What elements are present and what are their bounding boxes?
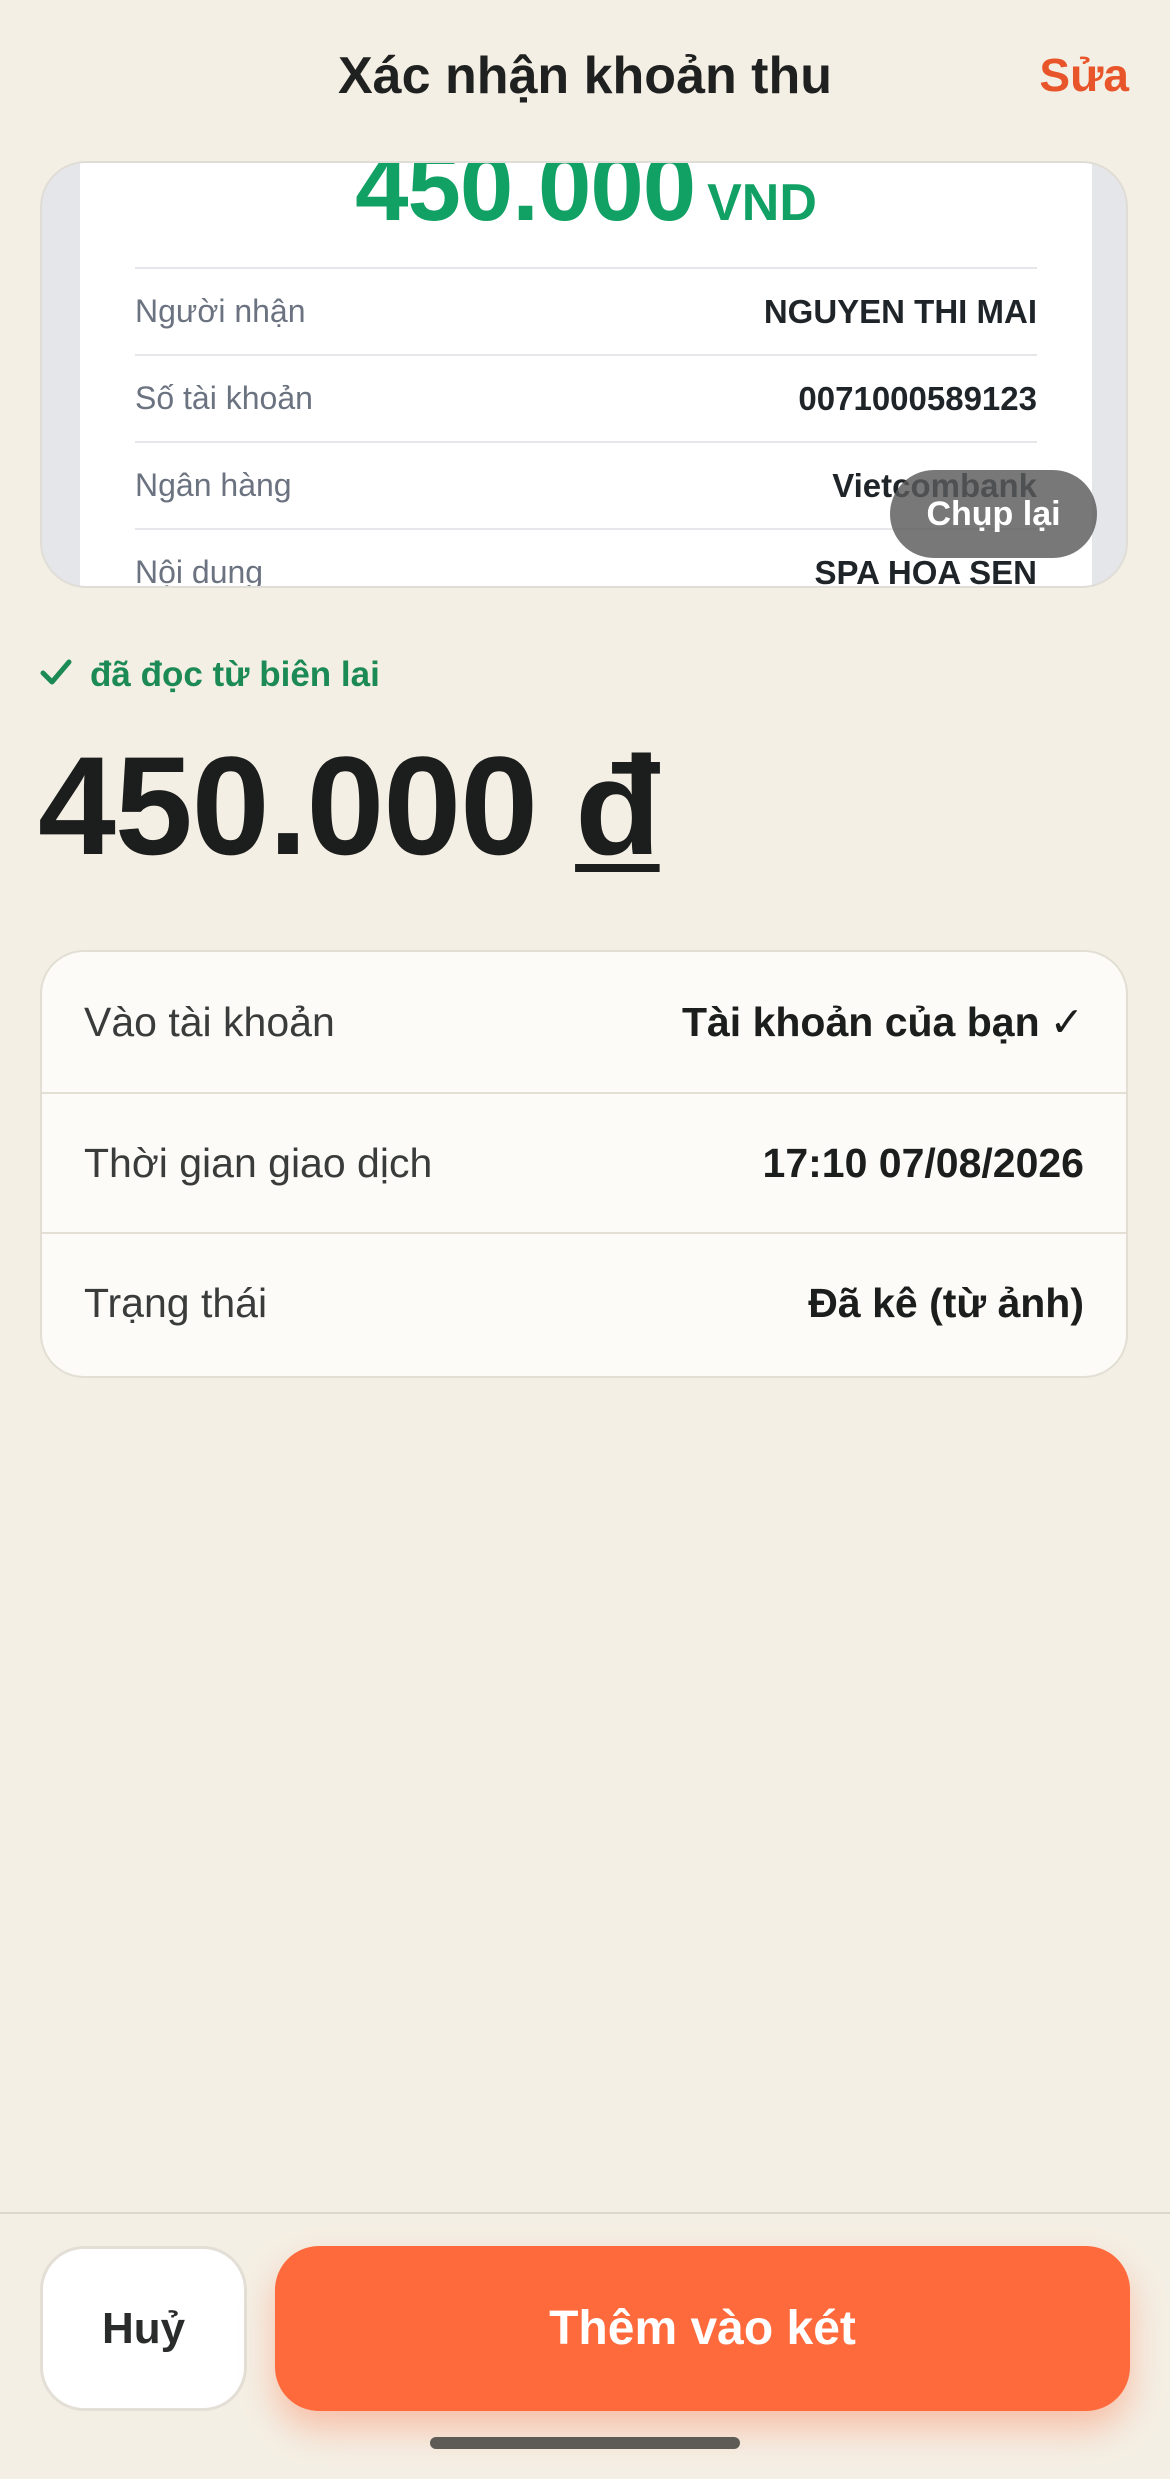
detail-label: Thời gian giao dịch <box>84 1139 433 1186</box>
receipt-row-value: SPA HOA SEN <box>814 553 1037 588</box>
receipt-row-label: Ngân hàng <box>135 467 292 503</box>
amount-value: 450.000 <box>38 727 538 884</box>
receipt-row-value: 0071000589123 <box>798 379 1037 417</box>
receipt-amount-value: 450.000 <box>355 161 696 241</box>
retake-photo-button[interactable]: Chụp lại <box>890 470 1097 558</box>
edit-button[interactable]: Sửa <box>1039 48 1129 102</box>
add-to-cashbox-button[interactable]: Thêm vào két <box>275 2246 1130 2411</box>
cancel-button[interactable]: Huỷ <box>40 2246 247 2411</box>
account-value: Tài khoản của bạn <box>681 999 1040 1045</box>
check-icon <box>40 655 72 695</box>
detail-value: 17:10 07/08/2026 <box>762 1139 1084 1186</box>
ocr-status-text: đã đọc từ biên lai <box>90 655 380 694</box>
receipt-row-recipient: Người nhận NGUYEN THI MAI <box>135 267 1037 354</box>
receipt-amount: 450.000 VND <box>80 161 1092 243</box>
ocr-status: đã đọc từ biên lai <box>40 650 380 700</box>
receipt-row-label: Người nhận <box>135 293 306 329</box>
detail-value: Tài khoản của bạn ✓ <box>682 998 1084 1046</box>
details-card: Vào tài khoản Tài khoản của bạn ✓ Thời gi… <box>40 950 1128 1378</box>
header: Xác nhận khoản thu Sửa <box>0 0 1170 160</box>
page-title: Xác nhận khoản thu <box>337 47 833 105</box>
checkmark-icon: ✓ <box>1049 999 1084 1045</box>
receipt-row-value: NGUYEN THI MAI <box>763 292 1037 330</box>
detail-row-transaction-time[interactable]: Thời gian giao dịch 17:10 07/08/2026 <box>42 1092 1126 1232</box>
amount-currency: đ <box>575 727 661 884</box>
amount-display: 450.000 đ <box>38 725 661 887</box>
receipt-row-label: Số tài khoản <box>135 380 313 416</box>
receipt-row-label: Nội dung <box>135 554 264 588</box>
detail-row-status: Trạng thái Đã kê (từ ảnh) <box>42 1232 1126 1372</box>
detail-label: Vào tài khoản <box>84 998 335 1045</box>
detail-value: Đã kê (từ ảnh) <box>808 1279 1084 1326</box>
receipt-row-account-number: Số tài khoản 0071000589123 <box>135 354 1037 441</box>
receipt-amount-currency: VND <box>707 174 817 232</box>
detail-row-account[interactable]: Vào tài khoản Tài khoản của bạn ✓ <box>42 952 1126 1092</box>
home-indicator[interactable] <box>430 2437 740 2449</box>
detail-label: Trạng thái <box>84 1279 268 1326</box>
